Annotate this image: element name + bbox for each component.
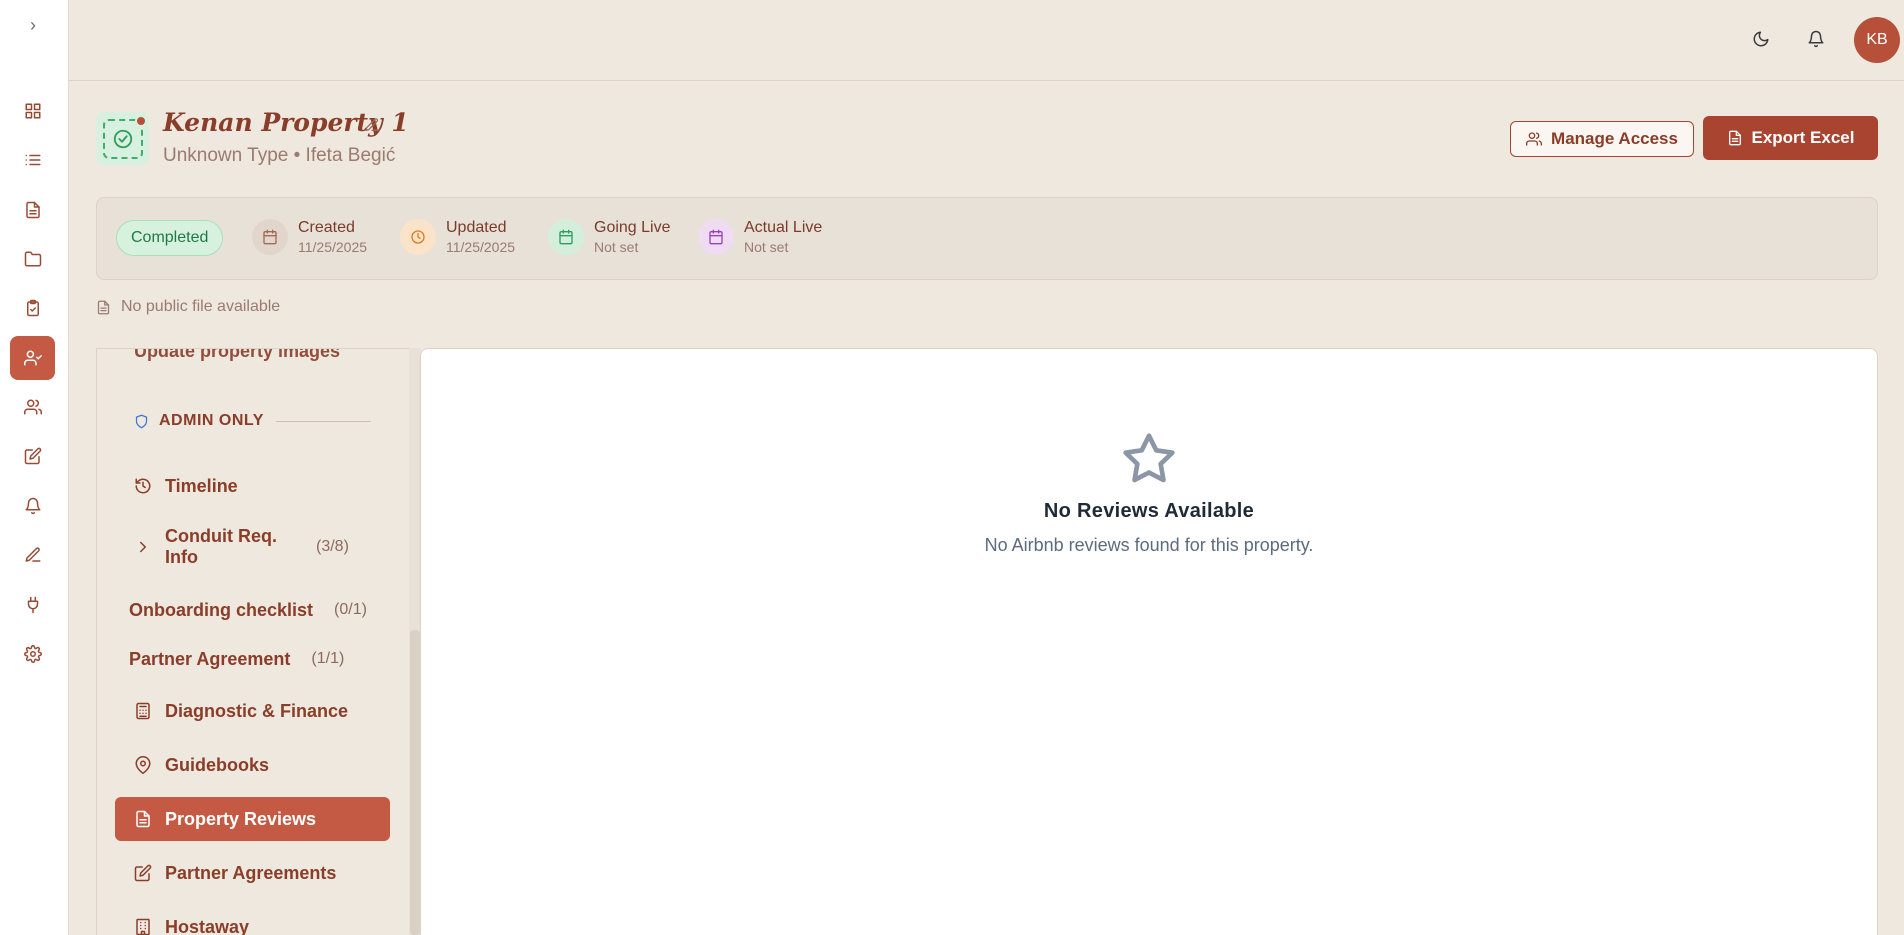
nav-item-timeline[interactable]: Timeline	[115, 464, 390, 508]
property-status-icon	[96, 112, 149, 165]
updated-value: 11/25/2025	[446, 239, 516, 255]
public-file-text: No public file available	[121, 298, 281, 315]
nav-label-guidebooks: Guidebooks	[165, 754, 270, 775]
dark-mode-moon-icon[interactable]	[1744, 22, 1778, 56]
star-icon	[1123, 433, 1175, 483]
status-strip: Completed Created 11/25/2025 Updated 11/…	[96, 197, 1878, 280]
nav-count-onboarding: (0/1)	[334, 601, 367, 618]
sidenav-scrollbar-thumb[interactable]	[410, 630, 420, 935]
nav-item-guidebooks[interactable]: Guidebooks	[115, 743, 390, 787]
clock-icon	[400, 219, 436, 255]
nav-item-conduit-req-info[interactable]: Conduit Req. Info (3/8)	[115, 522, 390, 572]
calendar-purple-icon	[698, 219, 734, 255]
notifications-bell-icon[interactable]	[1799, 22, 1833, 56]
top-bar: KB	[69, 0, 1904, 81]
actual-live-label: Actual Live	[744, 219, 823, 236]
clipboard-check-icon[interactable]	[10, 286, 55, 330]
calculator-icon	[136, 702, 150, 720]
user-check-icon[interactable]	[10, 336, 55, 380]
nav-count-partner-agreement: (1/1)	[311, 650, 345, 667]
building-icon	[136, 918, 150, 935]
empty-state: No Reviews Available No Airbnb reviews f…	[421, 431, 1877, 556]
manage-access-button[interactable]: Manage Access	[1510, 121, 1694, 157]
property-subtitle: Unknown Type • Ifeta Begić	[163, 145, 396, 166]
created-label: Created	[298, 219, 355, 236]
going-live-meta: Going Live Not set	[548, 218, 671, 256]
going-live-label: Going Live	[594, 219, 671, 236]
nav-label-property-reviews: Property Reviews	[165, 808, 317, 829]
nav-item-property-reviews[interactable]: Property Reviews	[115, 797, 390, 841]
edit-document-icon[interactable]	[10, 434, 55, 478]
nav-label-diagnostic: Diagnostic & Finance	[165, 700, 349, 721]
document-icon[interactable]	[10, 188, 55, 232]
manage-access-label: Manage Access	[1551, 129, 1678, 148]
nav-label-onboarding: Onboarding checklist	[129, 599, 314, 620]
calendar-green-icon	[548, 219, 584, 255]
calendar-icon	[252, 219, 288, 255]
file-icon	[97, 300, 110, 314]
nav-count-conduit: (3/8)	[316, 538, 349, 555]
admin-only-label: ADMIN ONLY	[159, 412, 264, 429]
map-pin-icon	[135, 756, 151, 774]
user-avatar[interactable]: KB	[1854, 17, 1900, 63]
plug-icon[interactable]	[10, 583, 55, 627]
file-signature-icon	[134, 864, 152, 882]
chevron-right-icon	[140, 541, 146, 553]
going-live-value: Not set	[594, 239, 639, 255]
pen-icon[interactable]	[10, 533, 55, 577]
folder-icon[interactable]	[10, 237, 55, 281]
actual-live-value: Not set	[744, 239, 789, 255]
updated-label: Updated	[446, 219, 507, 236]
empty-state-title: No Reviews Available	[1043, 500, 1255, 522]
nav-label-partner-agreements: Partner Agreements	[165, 862, 337, 883]
export-excel-button[interactable]: Export Excel	[1703, 116, 1878, 160]
document-icon	[136, 810, 150, 828]
created-value: 11/25/2025	[298, 239, 368, 255]
actual-live-meta: Actual Live Not set	[698, 218, 822, 256]
nav-label-hostaway: Hostaway	[165, 916, 250, 935]
users-icon	[1526, 132, 1543, 146]
nav-label-conduit: Conduit Req. Info	[165, 526, 277, 567]
created-meta: Created 11/25/2025	[252, 218, 367, 256]
section-divider	[276, 421, 371, 422]
shield-icon	[135, 414, 148, 428]
export-excel-label: Export Excel	[1751, 128, 1855, 147]
nav-label-partner-agreement: Partner Agreement	[129, 648, 291, 669]
nav-label-timeline: Timeline	[165, 475, 238, 496]
status-badge: Completed	[116, 220, 224, 256]
nav-item-hostaway[interactable]: Hostaway	[115, 905, 390, 935]
spreadsheet-icon	[1728, 130, 1741, 146]
empty-state-subtitle: No Airbnb reviews found for this propert…	[984, 535, 1314, 555]
nav-item-onboarding-checklist[interactable]: Onboarding checklist (0/1)	[115, 588, 390, 632]
history-icon	[135, 478, 151, 494]
nav-item-partner-agreements[interactable]: Partner Agreements	[115, 851, 390, 895]
admin-only-section-header: ADMIN ONLY	[134, 412, 264, 430]
edit-title-pencil-icon[interactable]	[361, 114, 383, 136]
list-icon[interactable]	[10, 138, 55, 182]
icon-rail: ›	[0, 0, 69, 935]
reviews-content-panel: No Reviews Available No Airbnb reviews f…	[420, 348, 1878, 935]
nav-item-partner-agreement[interactable]: Partner Agreement (1/1)	[115, 637, 390, 681]
gear-icon[interactable]	[10, 632, 55, 676]
bell-icon[interactable]	[10, 484, 55, 528]
nav-item-partially-hidden[interactable]: Update property images	[134, 349, 340, 362]
users-icon[interactable]	[10, 385, 55, 429]
updated-meta: Updated 11/25/2025	[400, 218, 515, 256]
nav-item-diagnostic-finance[interactable]: Diagnostic & Finance	[115, 689, 390, 733]
expand-sidebar-chevron-icon[interactable]: ›	[20, 12, 46, 38]
public-file-notice: No public file available	[96, 298, 280, 316]
property-section-nav: Update property images ADMIN ONLY Timeli…	[96, 348, 421, 935]
dashboard-icon[interactable]	[10, 89, 55, 133]
